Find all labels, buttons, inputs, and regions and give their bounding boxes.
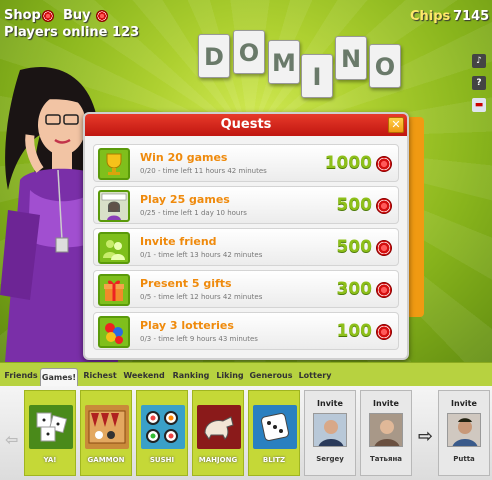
quest-reward: 1000 xyxy=(324,153,372,173)
quest-reward: 500 xyxy=(336,237,373,257)
quest-progress: 0/25 - time left 1 day 10 hours xyxy=(140,209,247,217)
chip-icon xyxy=(376,282,392,298)
lottery-icon xyxy=(98,316,130,348)
tab-weekend[interactable]: Weekend xyxy=(121,367,167,385)
domino-girl-icon xyxy=(98,190,130,222)
close-button[interactable]: ✕ xyxy=(388,117,404,133)
chip-icon xyxy=(376,324,392,340)
logo-tile: M xyxy=(268,40,300,84)
help-icon[interactable]: ? xyxy=(472,76,486,90)
tab-lottery[interactable]: Lottery xyxy=(296,367,334,385)
quest-title: Play 25 games xyxy=(140,193,230,206)
logo-tile: O xyxy=(369,44,401,88)
chip-icon xyxy=(42,10,54,22)
tab-generous[interactable]: Generous xyxy=(248,367,294,385)
scroll-right-arrow[interactable]: ⇨ xyxy=(418,426,433,447)
quest-reward: 100 xyxy=(336,321,373,341)
quest-item: Invite friend 0/1 - time left 13 hours 4… xyxy=(93,228,399,266)
logo-tile: N xyxy=(335,36,367,80)
quest-reward: 500 xyxy=(336,195,373,215)
speaker-icon[interactable]: ♪ xyxy=(472,54,486,68)
chip-icon xyxy=(376,156,392,172)
quest-title: Win 20 games xyxy=(140,151,228,164)
quest-progress: 0/3 - time left 9 hours 43 minutes xyxy=(140,335,258,343)
dice-flower-icon xyxy=(29,405,73,449)
game-card-mahjong[interactable]: MAHJONG xyxy=(192,390,244,476)
quest-reward: 300 xyxy=(336,279,373,299)
tab-richest[interactable]: Richest xyxy=(81,367,119,385)
tab-bar: Friends Games! Richest Weekend Ranking L… xyxy=(0,362,492,386)
game-card-ya[interactable]: YA! xyxy=(24,390,76,476)
quest-title: Present 5 gifts xyxy=(140,277,232,290)
game-label: GAMMON xyxy=(87,456,125,464)
quest-progress: 0/20 - time left 11 hours 42 minutes xyxy=(140,167,267,175)
sushi-icon xyxy=(141,405,185,449)
quests-dialog: Quests ✕ Win 20 games 0/20 - time left 1… xyxy=(83,112,409,360)
domino-logo: D O M I N O xyxy=(196,30,406,106)
avatar xyxy=(313,413,347,447)
tab-liking[interactable]: Liking xyxy=(214,367,246,385)
avatar xyxy=(447,413,481,447)
flag-icon[interactable]: ▬ xyxy=(472,98,486,112)
invite-label[interactable]: Invite xyxy=(439,399,489,408)
game-card-blitz[interactable]: BLITZ xyxy=(248,390,300,476)
trophy-icon xyxy=(98,148,130,180)
gift-icon xyxy=(98,274,130,306)
chip-icon xyxy=(96,10,108,22)
quest-item: Present 5 gifts 0/5 - time left 12 hours… xyxy=(93,270,399,308)
invite-card[interactable]: Invite Putta xyxy=(438,390,490,476)
chip-icon xyxy=(376,198,392,214)
mahjong-icon xyxy=(197,405,241,449)
tab-ranking[interactable]: Ranking xyxy=(169,367,213,385)
chip-icon xyxy=(376,240,392,256)
quest-item: Win 20 games 0/20 - time left 11 hours 4… xyxy=(93,144,399,182)
game-card-gammon[interactable]: GAMMON xyxy=(80,390,132,476)
invite-label[interactable]: Invite xyxy=(361,399,411,408)
logo-tile: I xyxy=(301,54,333,98)
game-card-sushi[interactable]: SUSHI xyxy=(136,390,188,476)
scroll-left-arrow[interactable]: ⇦ xyxy=(5,430,18,449)
bottom-panel: ⇦ YA! GAMMON SUSHI MAHJONG BLITZ Invite xyxy=(0,386,492,480)
friends-icon xyxy=(98,232,130,264)
logo-tile: O xyxy=(233,30,265,74)
chips-value: 7145 xyxy=(453,9,490,24)
game-label: SUSHI xyxy=(149,456,175,464)
players-online: Players online 123 xyxy=(4,25,140,40)
quest-item: Play 3 lotteries 0/3 - time left 9 hours… xyxy=(93,312,399,350)
quest-item: Play 25 games 0/25 - time left 1 day 10 … xyxy=(93,186,399,224)
tab-friends[interactable]: Friends xyxy=(3,367,39,385)
avatar xyxy=(369,413,403,447)
friend-name: Putta xyxy=(453,455,475,463)
quest-progress: 0/5 - time left 12 hours 42 minutes xyxy=(140,293,263,301)
quest-progress: 0/1 - time left 13 hours 42 minutes xyxy=(140,251,263,259)
friend-name: Sergey xyxy=(316,455,344,463)
invite-card[interactable]: Invite Татьяна xyxy=(360,390,412,476)
friend-name: Татьяна xyxy=(369,455,403,463)
dialog-title: Quests xyxy=(85,114,407,136)
quest-title: Invite friend xyxy=(140,235,217,248)
dice-icon xyxy=(253,405,297,449)
shop-link[interactable]: Shop xyxy=(4,8,41,23)
tab-games[interactable]: Games! xyxy=(40,368,78,386)
logo-tile: D xyxy=(198,34,230,78)
invite-card[interactable]: Invite Sergey xyxy=(304,390,356,476)
buy-link[interactable]: Buy xyxy=(63,8,91,23)
game-label: YA! xyxy=(43,456,57,464)
backgammon-icon xyxy=(85,405,129,449)
quest-title: Play 3 lotteries xyxy=(140,319,234,332)
game-label: MAHJONG xyxy=(198,456,238,464)
game-label: BLITZ xyxy=(262,456,286,464)
invite-label[interactable]: Invite xyxy=(305,399,355,408)
chips-label: Chips xyxy=(410,9,451,24)
